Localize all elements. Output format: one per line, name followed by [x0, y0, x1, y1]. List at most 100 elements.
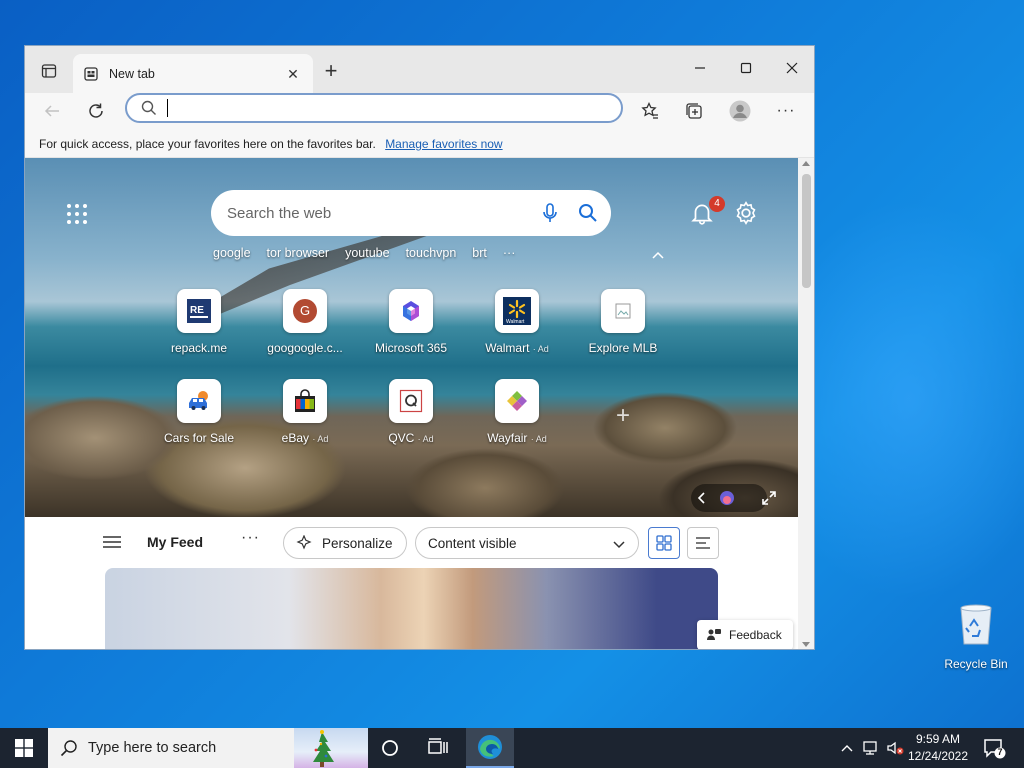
maximize-button[interactable] — [723, 56, 769, 80]
trending-search-link[interactable]: google — [213, 246, 251, 260]
expand-diagonal-icon[interactable] — [761, 490, 777, 506]
edge-taskbar-button[interactable] — [466, 728, 514, 768]
chevron-down-icon — [613, 541, 625, 549]
scroll-down-arrow-icon[interactable] — [802, 642, 810, 647]
address-input[interactable] — [180, 100, 580, 116]
system-clock[interactable]: 9:59 AM 12/24/2022 — [906, 731, 970, 765]
add-quick-link-button[interactable]: + — [611, 404, 635, 428]
tile-label: Wayfair · Ad — [487, 431, 547, 445]
walmart-icon: Walmart — [495, 289, 539, 333]
address-bar[interactable] — [125, 93, 623, 123]
quick-link-tile[interactable]: G googoogle.c... — [255, 289, 355, 355]
list-view-button[interactable] — [687, 527, 719, 559]
feed-card-image[interactable] — [105, 568, 718, 649]
taskbar-search-box[interactable]: Type here to search — [48, 728, 368, 768]
cortana-circle-icon[interactable] — [378, 736, 402, 760]
menu-hamburger-icon[interactable] — [103, 535, 121, 549]
scroll-up-arrow-icon[interactable] — [802, 161, 810, 166]
personalize-button[interactable]: Personalize — [283, 527, 407, 559]
volume-muted-icon[interactable] — [884, 737, 906, 759]
action-center-button[interactable]: 7 — [982, 736, 1006, 760]
back-button[interactable] — [39, 98, 65, 124]
feedback-icon — [707, 629, 721, 640]
back-arrow-icon — [44, 105, 59, 117]
svg-text:Walmart: Walmart — [506, 319, 525, 325]
edge-browser-icon — [478, 735, 502, 759]
vertical-scrollbar[interactable] — [798, 158, 814, 649]
recycle-bin-icon — [960, 604, 992, 645]
content-visibility-value: Content visible — [428, 535, 517, 551]
quick-link-tile[interactable]: Explore MLB — [573, 289, 673, 355]
car-icon — [177, 379, 221, 423]
tile-label: eBay · Ad — [281, 431, 329, 445]
my-feed-title[interactable]: My Feed — [147, 534, 203, 550]
list-view-icon — [696, 537, 710, 549]
app-launcher-icon[interactable] — [65, 202, 89, 226]
quick-link-tile[interactable]: Wayfair · Ad — [467, 379, 567, 445]
tab-new-tab[interactable]: New tab ✕ — [73, 54, 313, 94]
tile-label: Walmart · Ad — [485, 341, 549, 355]
profile-button[interactable] — [727, 98, 753, 124]
trending-search-link[interactable]: touchvpn — [406, 246, 457, 260]
wayfair-icon — [495, 379, 539, 423]
trending-search-link[interactable]: youtube — [345, 246, 389, 260]
new-tab-button[interactable]: + — [319, 60, 343, 84]
voice-search-button[interactable] — [535, 198, 565, 228]
feedback-button[interactable]: Feedback — [697, 620, 793, 649]
chevron-up-icon[interactable] — [651, 250, 665, 260]
broken-image-icon — [601, 289, 645, 333]
trending-search-link[interactable]: brt — [472, 246, 487, 260]
manage-favorites-link[interactable]: Manage favorites now — [385, 137, 502, 151]
add-favorite-button[interactable] — [637, 98, 663, 124]
quick-link-tile[interactable]: QVC · Ad — [361, 379, 461, 445]
refresh-button[interactable] — [83, 98, 109, 124]
background-image: Search the web 4 google tor browser yout… — [25, 158, 798, 518]
action-center-count: 7 — [997, 747, 1003, 757]
favorites-star-icon — [641, 102, 658, 119]
tab-close-icon[interactable]: ✕ — [283, 66, 303, 83]
web-search-box[interactable]: Search the web — [211, 190, 611, 236]
recycle-bin-label: Recycle Bin — [944, 657, 1008, 671]
settings-and-more-button[interactable]: ··· — [773, 98, 799, 124]
recycle-bin-shortcut[interactable]: Recycle Bin — [940, 602, 1012, 671]
title-bar: New tab ✕ + — [25, 46, 814, 94]
trending-more-button[interactable]: ··· — [503, 246, 516, 260]
close-window-button[interactable] — [769, 56, 814, 80]
task-view-icon[interactable] — [426, 736, 450, 760]
network-icon[interactable] — [860, 737, 882, 759]
web-search-submit-button[interactable] — [573, 198, 603, 228]
quick-link-tile[interactable]: eBay · Ad — [255, 379, 355, 445]
refresh-icon — [89, 103, 103, 118]
personalize-label: Personalize — [322, 535, 393, 551]
tab-actions-button[interactable] — [35, 60, 63, 82]
tile-label: repack.me — [170, 341, 228, 355]
new-tab-page: Search the web 4 google tor browser yout… — [25, 158, 798, 649]
svg-text:RE: RE — [190, 305, 204, 316]
g-avatar-icon: G — [283, 289, 327, 333]
quick-link-tile[interactable]: Microsoft 365 — [361, 289, 461, 355]
image-info-icon[interactable] — [719, 490, 735, 506]
start-button[interactable] — [0, 728, 48, 768]
feed-more-button[interactable]: ··· — [241, 529, 260, 547]
show-hidden-icons-chevron-icon[interactable] — [836, 737, 858, 759]
page-settings-gear-icon[interactable] — [733, 200, 759, 226]
quick-link-tile[interactable]: Walmart Walmart · Ad — [467, 289, 567, 355]
quick-link-tile[interactable]: RE repack.me — [149, 289, 249, 355]
grid-view-icon — [656, 535, 672, 551]
search-icon — [579, 204, 597, 222]
grid-view-button[interactable] — [648, 527, 680, 559]
minimize-button[interactable] — [677, 56, 723, 80]
scrollbar-thumb[interactable] — [802, 174, 811, 288]
content-visibility-dropdown[interactable]: Content visible — [415, 527, 639, 559]
tile-label: Explore MLB — [588, 341, 658, 355]
clock-date: 12/24/2022 — [907, 749, 969, 763]
edge-browser-window: New tab ✕ + ··· For quick access, place … — [24, 45, 815, 650]
qvc-icon — [389, 379, 433, 423]
trending-search-link[interactable]: tor browser — [267, 246, 330, 260]
quick-link-tile[interactable]: Cars for Sale — [149, 379, 249, 445]
favorites-bar-hint: For quick access, place your favorites h… — [39, 137, 376, 151]
sparkle-edit-icon — [296, 535, 312, 550]
repack-icon: RE — [177, 289, 221, 333]
collections-button[interactable] — [681, 98, 707, 124]
chevron-left-icon[interactable] — [697, 492, 707, 504]
